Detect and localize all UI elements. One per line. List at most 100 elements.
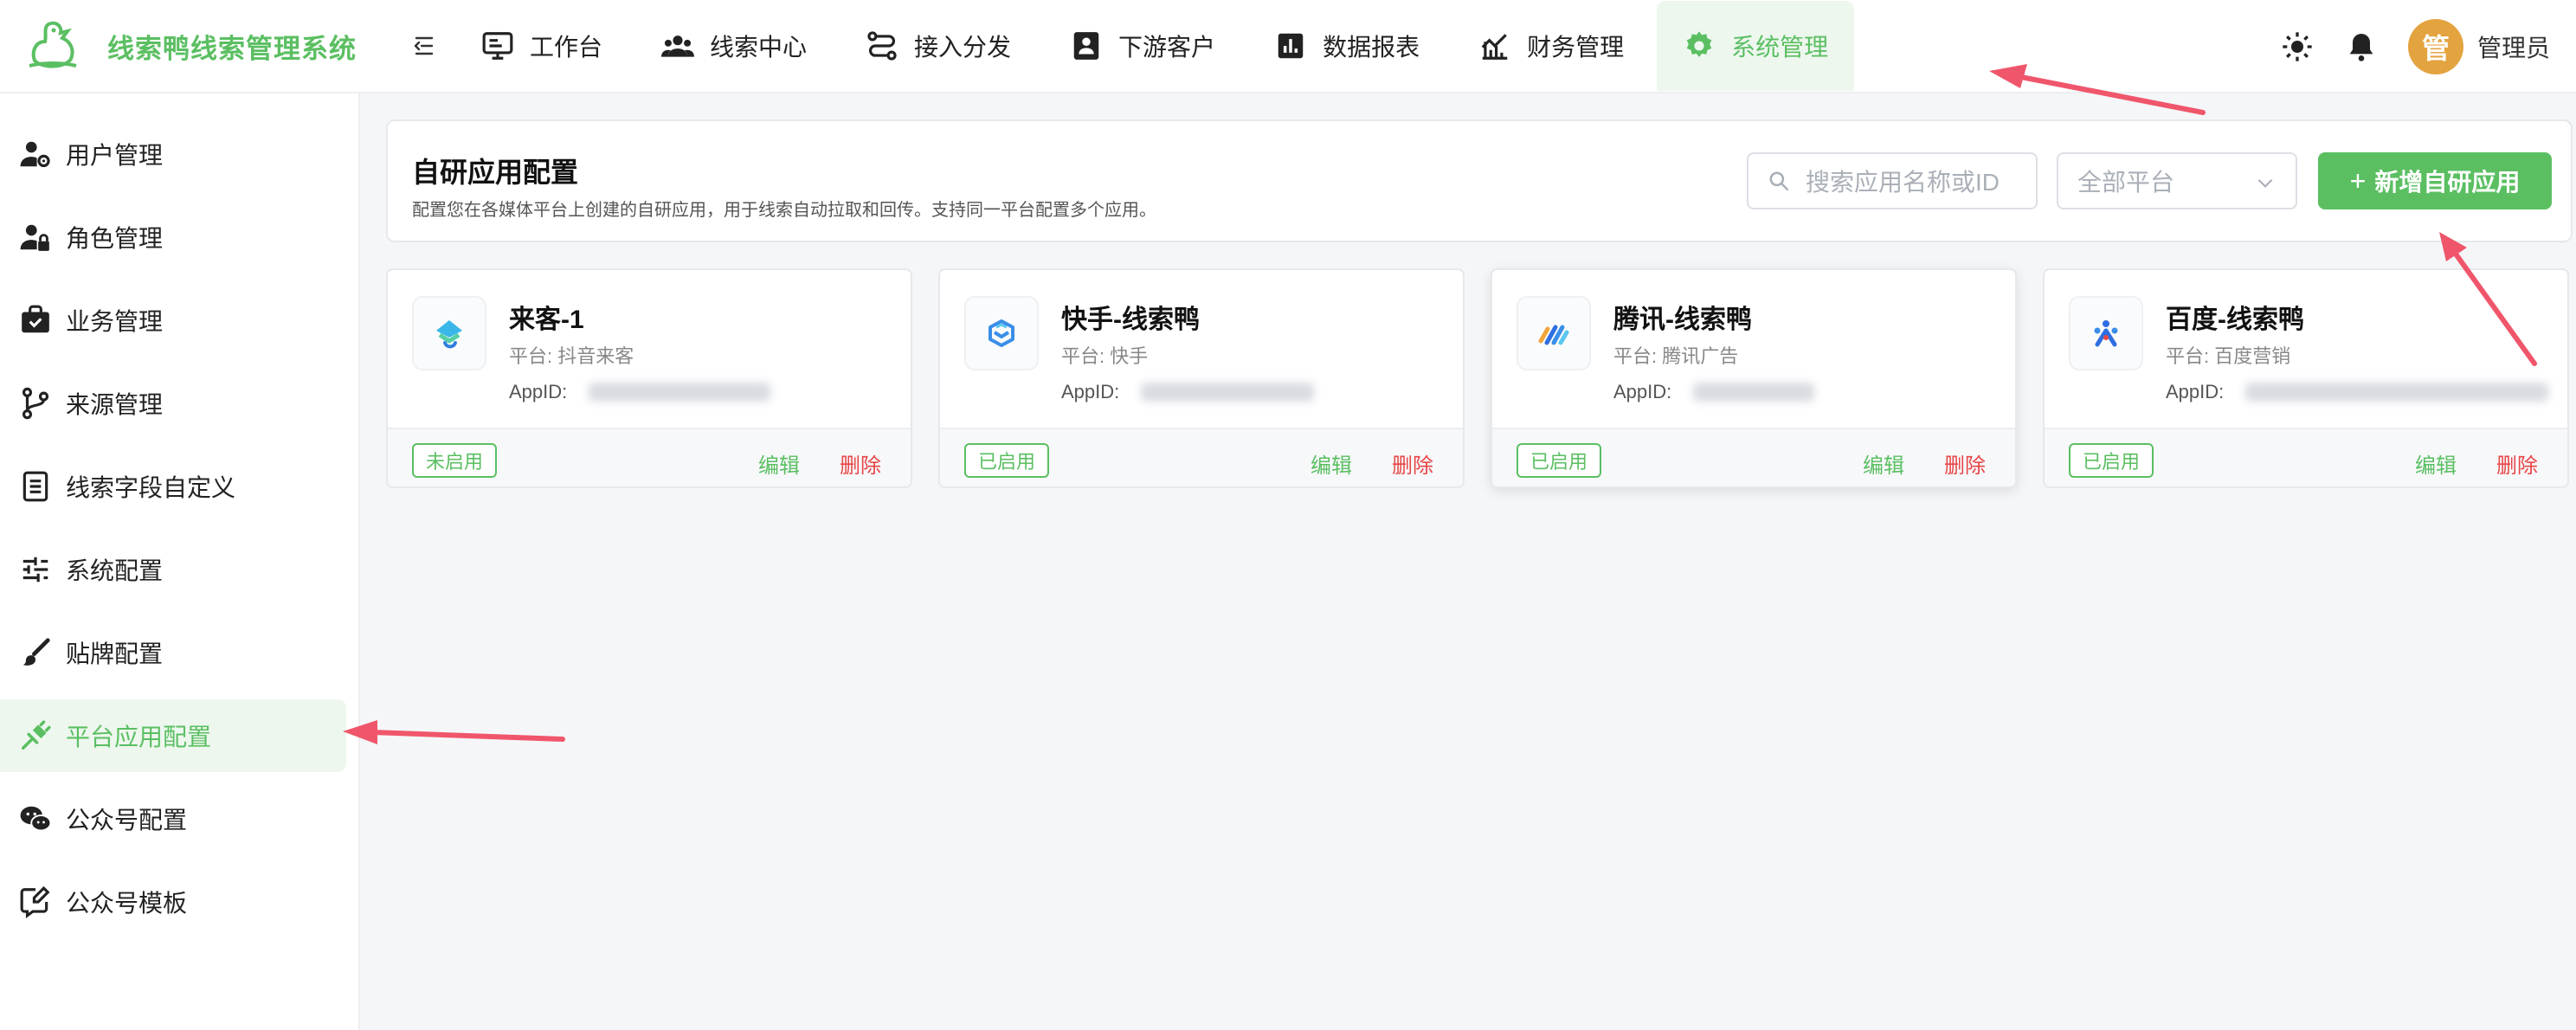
platform-select[interactable]: 全部平台 (2057, 152, 2297, 209)
sidebar-item-label: 公众号配置 (66, 807, 188, 834)
gear-icon (1686, 31, 1712, 57)
nav-item-data-reports[interactable]: 数据报表 (1248, 1, 1446, 91)
sidebar-collapse-button[interactable] (398, 20, 450, 72)
edit-button[interactable]: 编辑 (1863, 448, 1904, 479)
app-id-redacted (1141, 383, 1314, 402)
sliders-icon (23, 557, 48, 583)
nav-label: 线索中心 (710, 34, 808, 61)
sidebar-item-label: 公众号模板 (66, 890, 188, 917)
sidebar-item-source-management[interactable]: 来源管理 (0, 367, 346, 440)
sidebar-item-system-config[interactable]: 系统配置 (0, 533, 346, 606)
sidebar-item-label: 用户管理 (66, 142, 164, 169)
app-name: 百度-线索鸭 (2166, 306, 2304, 334)
app-id-label: AppID: (1613, 381, 1672, 402)
delete-button[interactable]: 删除 (840, 448, 881, 479)
brand[interactable]: 线索鸭线索管理系统 (0, 16, 364, 76)
sidebar-item-branding-config[interactable]: 贴牌配置 (0, 616, 346, 689)
sidebar-item-lead-fields[interactable]: 线索字段自定义 (0, 450, 346, 523)
nav-item-lead-center[interactable]: 线索中心 (635, 1, 833, 91)
app-id-redacted (1693, 383, 1814, 402)
nav-item-finance[interactable]: 财务管理 (1452, 1, 1650, 91)
briefcase-icon (22, 305, 49, 333)
nav-label: 接入分发 (914, 34, 1012, 61)
sidebar-item-label: 贴牌配置 (66, 641, 164, 667)
monitor-icon (482, 32, 513, 60)
douyin-laike-logo-icon (412, 296, 486, 370)
user-name[interactable]: 管理员 (2477, 29, 2550, 64)
app-card[interactable]: 腾讯-线索鸭 平台: 腾讯广告 AppID: 已启用 编辑 删除 (1491, 268, 2017, 488)
app-id-redacted (589, 383, 770, 402)
plus-icon: + (2349, 164, 2367, 196)
app-name: 来客-1 (509, 306, 584, 334)
nav-item-downstream-customers[interactable]: 下游客户 (1044, 1, 1241, 91)
delete-button[interactable]: 删除 (1392, 448, 1433, 479)
app-id-label: AppID: (1061, 381, 1120, 402)
search-icon (1769, 171, 1789, 191)
sidebar-item-label: 角色管理 (66, 225, 164, 252)
search-input[interactable]: 搜索应用名称或ID (1747, 152, 2038, 209)
top-bar: 线索鸭线索管理系统 工作台 线索中心 接入分发 下游客户 数据报表 财务管理 系… (0, 0, 2576, 93)
nav-item-system-management[interactable]: 系统管理 (1657, 1, 1855, 91)
edit-button[interactable]: 编辑 (2415, 448, 2457, 479)
nav-item-access-distribution[interactable]: 接入分发 (840, 1, 1037, 91)
sidebar-item-user-management[interactable]: 用户管理 (0, 118, 346, 190)
page-description: 配置您在各媒体平台上创建的自研应用，用于线索自动拉取和回传。支持同一平台配置多个… (412, 201, 1156, 220)
page-title: 自研应用配置 (412, 157, 579, 188)
card-footer: 未启用 编辑 删除 (388, 428, 911, 486)
wechat-icon (20, 806, 52, 832)
app-card[interactable]: 百度-线索鸭 平台: 百度营销 AppID: 已启用 编辑 删除 (2043, 268, 2569, 488)
sidebar-item-business-management[interactable]: 业务管理 (0, 284, 346, 357)
sidebar-item-label: 线索字段自定义 (66, 474, 236, 501)
sidebar-item-official-account-config[interactable]: 公众号配置 (0, 782, 346, 855)
edit-button[interactable]: 编辑 (758, 448, 800, 479)
nav-label: 系统管理 (1731, 34, 1829, 61)
delete-button[interactable]: 删除 (2496, 448, 2538, 479)
app-id-label: AppID: (509, 381, 568, 402)
sidebar-item-official-account-template[interactable]: 公众号模板 (0, 866, 346, 938)
app-name: 腾讯-线索鸭 (1613, 306, 1752, 334)
platform-select-value: 全部平台 (2077, 169, 2175, 196)
app-platform: 平台: 腾讯广告 (1613, 345, 1739, 367)
baidu-marketing-logo-icon (2069, 296, 2143, 370)
tencent-ads-logo-icon (1517, 296, 1591, 370)
bell-icon[interactable] (2344, 29, 2379, 64)
avatar[interactable]: 管 (2407, 19, 2463, 74)
sidebar-item-role-management[interactable]: 角色管理 (0, 201, 346, 274)
app-platform: 平台: 快手 (1061, 345, 1149, 367)
sidebar-item-label: 系统配置 (66, 557, 164, 584)
arrow-to-platform-app-config (343, 720, 565, 744)
app-title: 线索鸭线索管理系统 (107, 33, 357, 64)
status-badge: 已启用 (1517, 443, 1602, 478)
card-footer: 已启用 编辑 删除 (1492, 428, 2015, 486)
app-name: 快手-线索鸭 (1061, 306, 1200, 334)
sidebar-item-platform-app-config[interactable]: 平台应用配置 (0, 699, 346, 772)
app-id-label: AppID: (2166, 381, 2225, 402)
nav-label: 工作台 (530, 34, 603, 61)
add-app-button[interactable]: + 新增自研应用 (2318, 152, 2552, 209)
edit-button[interactable]: 编辑 (1311, 448, 1352, 479)
contact-card-icon (1073, 32, 1099, 60)
nav-label: 数据报表 (1323, 34, 1420, 61)
message-edit-icon (20, 885, 50, 918)
delete-button[interactable]: 删除 (1944, 448, 1986, 479)
users-icon (661, 35, 695, 57)
sidebar-item-label: 平台应用配置 (66, 724, 212, 750)
top-right-tools: 管 管理员 (2280, 0, 2550, 93)
nav-item-workbench[interactable]: 工作台 (455, 1, 628, 91)
bar-chart-icon (1278, 33, 1304, 59)
status-badge: 已启用 (964, 443, 1050, 478)
duck-logo-icon (29, 21, 77, 68)
chevron-down-icon (2257, 178, 2273, 188)
search-placeholder: 搜索应用名称或ID (1806, 169, 2000, 196)
sidebar-item-label: 业务管理 (66, 308, 164, 335)
app-card[interactable]: 来客-1 平台: 抖音来客 AppID: 未启用 编辑 删除 (386, 268, 912, 488)
nav-label: 下游客户 (1118, 34, 1216, 61)
app-card[interactable]: 快手-线索鸭 平台: 快手 AppID: 已启用 编辑 删除 (938, 268, 1465, 488)
user-gear-icon (20, 141, 50, 168)
status-badge: 未启用 (412, 443, 498, 478)
nav-label: 财务管理 (1527, 34, 1625, 61)
plug-icon (22, 720, 51, 750)
main-nav: 工作台 线索中心 接入分发 下游客户 数据报表 财务管理 系统管理 (455, 0, 1861, 93)
collapse-menu-icon (414, 36, 434, 55)
sun-icon[interactable] (2280, 29, 2315, 64)
